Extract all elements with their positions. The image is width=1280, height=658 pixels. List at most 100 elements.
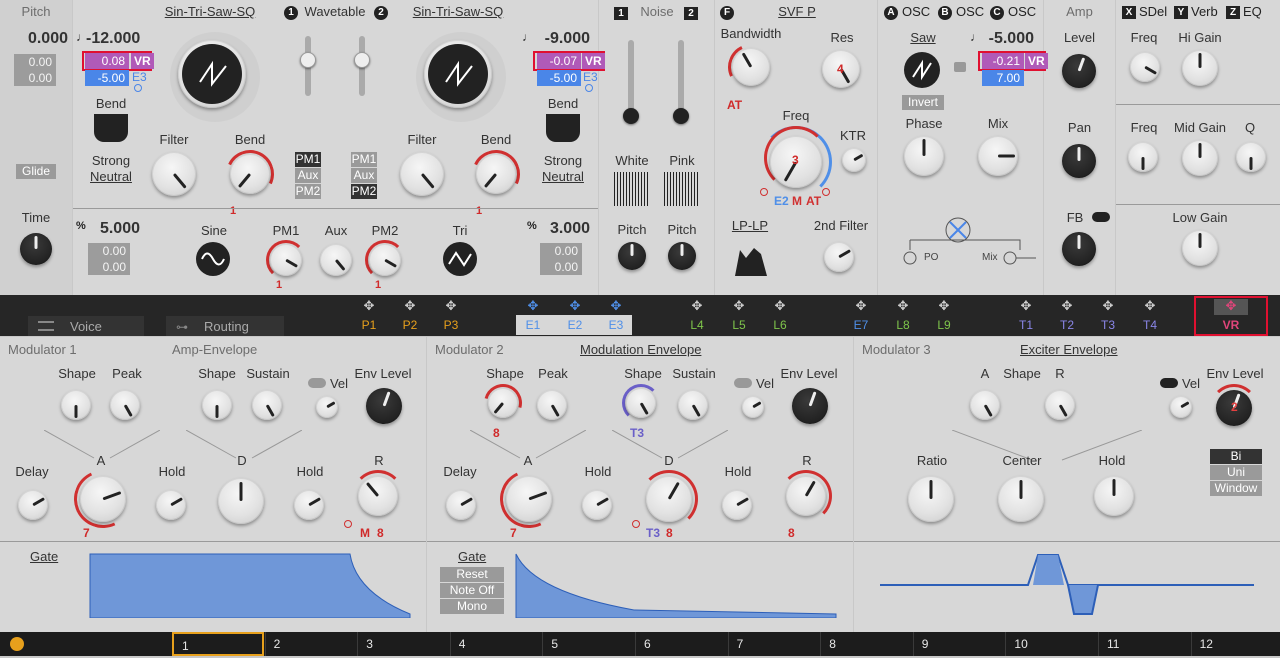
mod-slot-e7[interactable]: E7 bbox=[842, 317, 880, 334]
mod2-decay-mod-dot[interactable] bbox=[632, 520, 640, 528]
bend-curve-1[interactable]: Neutral bbox=[84, 169, 138, 184]
low-gain-knob[interactable] bbox=[1182, 230, 1218, 266]
osc2-mod-dot[interactable] bbox=[585, 84, 593, 92]
osc-a-label[interactable]: OSC bbox=[902, 4, 930, 19]
slot-drag-icon[interactable]: ✥ bbox=[1100, 299, 1116, 313]
osc2-pitch[interactable]: -9.000 bbox=[534, 30, 590, 48]
verb-label[interactable]: Verb bbox=[1191, 4, 1218, 19]
bandwidth-knob[interactable] bbox=[732, 48, 770, 86]
osc1-mix-value[interactable]: 5.000 bbox=[92, 220, 140, 238]
osc1-pm1-button[interactable]: PM1 bbox=[295, 152, 321, 167]
pink-level-fader[interactable] bbox=[673, 108, 689, 124]
mod-slot-t4[interactable]: T4 bbox=[1131, 317, 1169, 334]
osc2-aux-button[interactable]: Aux bbox=[351, 168, 377, 183]
mod1-sustain-knob[interactable] bbox=[252, 390, 282, 420]
footer-cell-11[interactable]: 11 bbox=[1098, 632, 1190, 656]
osc-blue-value[interactable]: 7.00 bbox=[982, 70, 1024, 86]
palette-icon[interactable] bbox=[10, 637, 24, 651]
mod2-mono-button[interactable]: Mono bbox=[440, 599, 504, 614]
footer-cell-3[interactable]: 3 bbox=[357, 632, 449, 656]
bend-curve-icon[interactable] bbox=[94, 114, 128, 142]
glide-button[interactable]: Glide bbox=[16, 164, 56, 179]
osc1-mod-dot[interactable] bbox=[134, 84, 142, 92]
mod1-vel-knob[interactable] bbox=[316, 396, 338, 418]
slot-drag-icon[interactable]: ✥ bbox=[895, 299, 911, 313]
footer-cell-4[interactable]: 4 bbox=[449, 632, 542, 656]
bend-curve-icon[interactable] bbox=[546, 114, 580, 142]
slot-drag-icon[interactable]: ✥ bbox=[402, 299, 418, 313]
mod1-attack-knob[interactable] bbox=[80, 476, 126, 522]
svf-title[interactable]: SVF P bbox=[762, 4, 832, 19]
pitch-mod1[interactable]: 0.00 bbox=[14, 54, 56, 70]
mod2-release-knob[interactable] bbox=[786, 476, 826, 516]
ktr-knob[interactable] bbox=[842, 148, 866, 172]
triangle-wave-icon[interactable] bbox=[443, 242, 477, 276]
footer-cell-7[interactable]: 7 bbox=[727, 632, 820, 656]
mod-slot-e1[interactable]: E1 bbox=[514, 317, 552, 334]
footer-cell-1[interactable]: 1 bbox=[172, 632, 264, 656]
osc2-pm2-button[interactable]: PM2 bbox=[351, 184, 377, 199]
mod2-shape-knob[interactable] bbox=[488, 388, 518, 418]
pm2-knob[interactable] bbox=[369, 244, 401, 276]
mod1-shape-knob[interactable] bbox=[61, 390, 91, 420]
mod-slot-vr[interactable]: VR bbox=[1212, 317, 1250, 334]
mod1-hold2-knob[interactable] bbox=[294, 490, 324, 520]
lock-icon[interactable] bbox=[954, 62, 966, 72]
hi-freq-knob[interactable] bbox=[1130, 52, 1160, 82]
mod1-release-knob[interactable] bbox=[358, 476, 398, 516]
footer-cell-5[interactable]: 5 bbox=[542, 632, 634, 656]
fb-knob[interactable] bbox=[1062, 232, 1096, 266]
slot-drag-icon[interactable]: ✥ bbox=[567, 299, 583, 313]
mod-slot-t1[interactable]: T1 bbox=[1007, 317, 1045, 334]
footer-cell-8[interactable]: 8 bbox=[820, 632, 912, 656]
footer-cell-12[interactable]: 12 bbox=[1190, 632, 1280, 656]
mod1-decay-knob[interactable] bbox=[218, 478, 264, 524]
slot-drag-icon[interactable]: ✥ bbox=[731, 299, 747, 313]
slot-drag-icon[interactable]: ✥ bbox=[1059, 299, 1075, 313]
mod3-hold-knob[interactable] bbox=[1094, 476, 1134, 516]
fb-toggle[interactable] bbox=[1092, 212, 1110, 222]
bend-curve-2[interactable]: Neutral bbox=[536, 169, 590, 184]
level-knob[interactable] bbox=[1062, 54, 1096, 88]
mid-freq-knob[interactable] bbox=[1128, 142, 1158, 172]
mod2-hold-knob[interactable] bbox=[582, 490, 612, 520]
osc1-mix-mod2[interactable]: 0.00 bbox=[88, 259, 130, 275]
osc2-wavetable-name[interactable]: Sin-Tri-Saw-SQ bbox=[398, 4, 518, 19]
phase-knob[interactable] bbox=[904, 136, 944, 176]
osc-c-label[interactable]: OSC bbox=[1008, 4, 1036, 19]
osc1-pm2-button[interactable]: PM2 bbox=[295, 184, 321, 199]
mod-slot-l6[interactable]: L6 bbox=[761, 317, 799, 334]
slot-drag-icon[interactable]: ✥ bbox=[1142, 299, 1158, 313]
freq-mod-dot-right[interactable] bbox=[822, 188, 830, 196]
invert-button[interactable]: Invert bbox=[902, 95, 944, 110]
mod-slot-t3[interactable]: T3 bbox=[1089, 317, 1127, 334]
pitch-mod2[interactable]: 0.00 bbox=[14, 70, 56, 86]
slot-drag-icon[interactable]: ✥ bbox=[525, 299, 541, 313]
mod1-dshape-knob[interactable] bbox=[202, 390, 232, 420]
mod2-gate-label[interactable]: Gate bbox=[458, 549, 486, 564]
osc2-pm1-button[interactable]: PM1 bbox=[351, 152, 377, 167]
slot-drag-icon[interactable]: ✥ bbox=[689, 299, 705, 313]
mod2-sustain-knob[interactable] bbox=[678, 390, 708, 420]
osc-b-label[interactable]: OSC bbox=[956, 4, 984, 19]
sine-wave-icon[interactable] bbox=[196, 242, 230, 276]
mod2-attack-knob[interactable] bbox=[506, 476, 552, 522]
slot-drag-icon[interactable]: ✥ bbox=[1223, 299, 1239, 313]
mod1-peak-knob[interactable] bbox=[110, 390, 140, 420]
pan-knob[interactable] bbox=[1062, 144, 1096, 178]
mod2-delay-knob[interactable] bbox=[446, 490, 476, 520]
osc1-aux-button[interactable]: Aux bbox=[295, 168, 321, 183]
mod3-env-title[interactable]: Exciter Envelope bbox=[1020, 342, 1118, 357]
mod2-vel-toggle[interactable] bbox=[734, 378, 752, 388]
pitch-value[interactable]: 0.000 bbox=[0, 30, 68, 48]
osc1-mix-mod1[interactable]: 0.00 bbox=[88, 243, 130, 259]
mod3-bi-button[interactable]: Bi bbox=[1210, 449, 1262, 464]
osc1-wavetable-name[interactable]: Sin-Tri-Saw-SQ bbox=[150, 4, 270, 19]
white-level-fader[interactable] bbox=[623, 108, 639, 124]
osc2-level-fader[interactable] bbox=[354, 52, 370, 68]
slot-drag-icon[interactable]: ✥ bbox=[772, 299, 788, 313]
filter-knob-2[interactable] bbox=[400, 152, 444, 196]
mod2-reset-button[interactable]: Reset bbox=[440, 567, 504, 582]
bend-knob-1[interactable] bbox=[230, 154, 270, 194]
osc2-mix-mod2[interactable]: 0.00 bbox=[540, 259, 582, 275]
